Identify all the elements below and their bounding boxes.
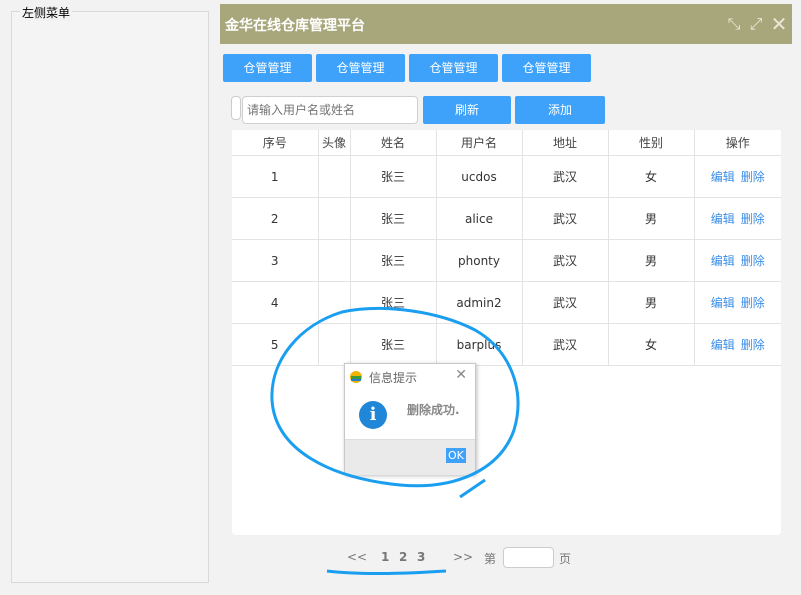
tab-warehouse-3[interactable]: 仓管管理 xyxy=(409,54,498,82)
cell-gender: 男 xyxy=(607,197,695,240)
cell-name: 张三 xyxy=(349,197,437,240)
cell-actions: 编辑 删除 xyxy=(693,323,781,366)
delete-link[interactable]: 删除 xyxy=(741,338,765,352)
table-row: 4 张三 admin2 武汉 男 编辑 删除 xyxy=(232,281,781,324)
cell-address: 武汉 xyxy=(521,197,609,240)
page-number-input[interactable] xyxy=(503,547,554,568)
page-title: 金华在线仓库管理平台 xyxy=(225,18,365,34)
dialog-footer: OK xyxy=(345,439,475,475)
tab-warehouse-4[interactable]: 仓管管理 xyxy=(502,54,591,82)
prev-page-link[interactable]: << xyxy=(347,550,367,564)
next-page-link[interactable]: >> xyxy=(453,550,473,564)
left-menu-panel xyxy=(11,11,209,583)
ok-button[interactable]: OK xyxy=(446,448,466,463)
table-container: 序号 头像 姓名 用户名 地址 性别 操作 1 张三 ucdos 武汉 女 编辑… xyxy=(232,130,781,535)
cell-address: 武汉 xyxy=(521,239,609,282)
column-header-address: 地址 xyxy=(522,130,609,156)
cell-name: 张三 xyxy=(349,239,437,282)
delete-link[interactable]: 删除 xyxy=(741,254,765,268)
cell-gender: 男 xyxy=(607,281,695,324)
cell-username: ucdos xyxy=(435,155,523,198)
cell-gender: 男 xyxy=(607,239,695,282)
cell-username: barplus xyxy=(435,323,523,366)
edit-link[interactable]: 编辑 xyxy=(711,170,735,184)
cell-avatar xyxy=(317,155,351,198)
cell-avatar xyxy=(317,197,351,240)
page-link-1[interactable]: 1 xyxy=(381,550,389,564)
column-header-gender: 性别 xyxy=(608,130,695,156)
header-bar: 金华在线仓库管理平台 ⤡ ⤢ ✕ xyxy=(220,4,792,44)
close-icon[interactable]: ✕ xyxy=(770,14,788,34)
cell-index: 2 xyxy=(232,197,319,240)
app-logo-icon xyxy=(350,371,362,383)
info-icon: i xyxy=(359,401,387,429)
cell-name: 张三 xyxy=(349,281,437,324)
column-header-username: 用户名 xyxy=(436,130,523,156)
cell-actions: 编辑 删除 xyxy=(693,281,781,324)
cell-actions: 编辑 删除 xyxy=(693,155,781,198)
cell-index: 4 xyxy=(232,281,319,324)
dialog-close-icon[interactable]: ✕ xyxy=(455,367,467,383)
table-row: 1 张三 ucdos 武汉 女 编辑 删除 xyxy=(232,155,781,198)
expand-icon[interactable]: ⤢ xyxy=(747,15,765,33)
cell-address: 武汉 xyxy=(521,155,609,198)
cell-index: 1 xyxy=(232,155,319,198)
page-link-2[interactable]: 2 xyxy=(399,550,407,564)
cell-avatar xyxy=(317,239,351,282)
cell-avatar xyxy=(317,281,351,324)
cell-actions: 编辑 删除 xyxy=(693,197,781,240)
edit-link[interactable]: 编辑 xyxy=(711,254,735,268)
delete-link[interactable]: 删除 xyxy=(741,212,765,226)
table-row: 5 张三 barplus 武汉 女 编辑 删除 xyxy=(232,323,781,366)
delete-link[interactable]: 删除 xyxy=(741,170,765,184)
cell-name: 张三 xyxy=(349,155,437,198)
dialog-title: 信息提示 xyxy=(369,371,418,385)
column-header-name: 姓名 xyxy=(350,130,437,156)
table-row: 3 张三 phonty 武汉 男 编辑 删除 xyxy=(232,239,781,282)
cell-address: 武汉 xyxy=(521,281,609,324)
edit-link[interactable]: 编辑 xyxy=(711,296,735,310)
page-suffix-label: 页 xyxy=(559,552,572,566)
cell-username: phonty xyxy=(435,239,523,282)
cell-username: admin2 xyxy=(435,281,523,324)
tab-warehouse-1[interactable]: 仓管管理 xyxy=(223,54,312,82)
column-header-actions: 操作 xyxy=(694,130,781,156)
column-header-index: 序号 xyxy=(232,130,319,156)
page-prefix-label: 第 xyxy=(484,552,497,566)
cell-gender: 女 xyxy=(607,155,695,198)
table-header-row: 序号 头像 姓名 用户名 地址 性别 操作 xyxy=(232,130,781,156)
cell-index: 3 xyxy=(232,239,319,282)
refresh-button[interactable]: 刷新 xyxy=(423,96,511,124)
info-dialog: 信息提示 ✕ i 删除成功. OK xyxy=(344,363,476,475)
search-input[interactable] xyxy=(242,96,418,124)
user-table: 序号 头像 姓名 用户名 地址 性别 操作 1 张三 ucdos 武汉 女 编辑… xyxy=(232,130,781,366)
tab-warehouse-2[interactable]: 仓管管理 xyxy=(316,54,405,82)
add-button[interactable]: 添加 xyxy=(515,96,605,124)
annotation-underline xyxy=(326,569,447,576)
cell-avatar xyxy=(317,323,351,366)
cell-address: 武汉 xyxy=(521,323,609,366)
dialog-message: 删除成功. xyxy=(407,403,460,417)
cell-gender: 女 xyxy=(607,323,695,366)
delete-link[interactable]: 删除 xyxy=(741,296,765,310)
cell-username: alice xyxy=(435,197,523,240)
edit-link[interactable]: 编辑 xyxy=(711,212,735,226)
page-link-3[interactable]: 3 xyxy=(417,550,425,564)
column-header-avatar: 头像 xyxy=(318,130,351,156)
left-menu-title: 左侧菜单 xyxy=(20,4,73,21)
cell-name: 张三 xyxy=(349,323,437,366)
cell-index: 5 xyxy=(232,323,319,366)
collapse-icon[interactable]: ⤡ xyxy=(725,15,743,33)
table-row: 2 张三 alice 武汉 男 编辑 删除 xyxy=(232,197,781,240)
cell-actions: 编辑 删除 xyxy=(693,239,781,282)
search-icon xyxy=(231,96,241,120)
edit-link[interactable]: 编辑 xyxy=(711,338,735,352)
